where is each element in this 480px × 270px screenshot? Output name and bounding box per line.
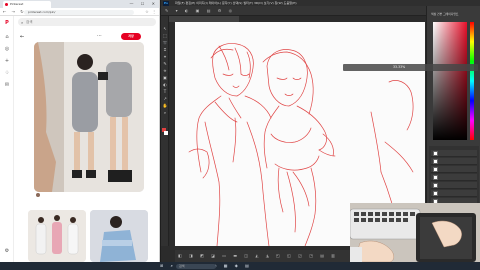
settings-icon[interactable]: ⚙ xyxy=(4,248,10,254)
brush-options-icon[interactable]: ✎ ▾ ◐ ▣ ▤ ⚙ ◎ xyxy=(165,8,235,13)
back-arrow-icon[interactable]: ← xyxy=(20,34,24,40)
zoom-tool-icon[interactable]: ⌕ xyxy=(163,110,168,115)
related-pin-1[interactable] xyxy=(28,210,86,262)
path-tool-icon[interactable]: ↗ xyxy=(163,96,168,101)
address-bar-row: ← → ↻ pinterest.com/pin/ ☆ ⋮ xyxy=(0,8,159,16)
messages-icon[interactable]: ✉ xyxy=(4,82,10,88)
search-input[interactable]: 검색 xyxy=(18,18,156,26)
layer-row[interactable] xyxy=(431,158,477,165)
layer-row[interactable] xyxy=(431,174,477,181)
nav-buttons-icon[interactable]: ← → ↻ xyxy=(3,9,26,14)
pin-photo-illustration xyxy=(34,42,144,192)
more-options-icon[interactable]: ··· xyxy=(97,33,102,39)
type-tool-icon[interactable]: T xyxy=(163,89,168,94)
ps-timeline-bar: ◧ ◨ ◩ ◪ ▭ ▬ ◫ ◭ ◮ ◰ ◱ ◲ ◳ ▤ ▥ xyxy=(175,250,355,262)
eraser-tool-icon[interactable]: ▣ xyxy=(163,75,168,80)
tab-title: Pinterest xyxy=(10,2,24,6)
url-input[interactable]: pinterest.com/pin/ xyxy=(24,9,134,15)
desk-tablet-photo-illustration xyxy=(350,203,480,262)
pinterest-sidebar: P ⌂ ◎ + ♢ ✉ ⚙ xyxy=(0,16,14,262)
browser-tab[interactable]: Pinterest xyxy=(3,1,51,8)
background-color-swatch[interactable] xyxy=(164,131,168,135)
related-pin-photo-illustration xyxy=(28,210,86,262)
layer-row[interactable] xyxy=(431,166,477,173)
save-button[interactable]: 저장 xyxy=(121,33,141,40)
pin-actions: ··· 저장 xyxy=(95,33,145,41)
create-icon[interactable]: + xyxy=(4,58,10,64)
zoom-indicator: 33.33% xyxy=(343,64,478,71)
color-picker-field[interactable] xyxy=(433,22,467,140)
extensions-icon[interactable]: ☆ ⋮ xyxy=(145,9,157,14)
brush-tool-icon[interactable]: ✎ xyxy=(163,61,168,66)
tab-bar: Pinterest — ☐ ✕ xyxy=(0,0,159,8)
photoshop-logo-icon: Ps xyxy=(163,0,169,6)
windows-taskbar: ⊞ ⌕ ◫ ▣ ◉ ◍ ▦ ◈ ▤ 검색 xyxy=(0,262,480,270)
related-pin-photo-illustration xyxy=(90,210,148,262)
gradient-tool-icon[interactable]: ◐ xyxy=(163,82,168,87)
related-pin-2[interactable] xyxy=(90,210,148,262)
avatar[interactable] xyxy=(36,193,40,197)
quick-actions-icon[interactable]: ◧ ◨ ◩ ◪ ▭ ▬ ◫ ◭ ◮ ◰ ◱ ◲ ◳ ▤ ▥ xyxy=(178,253,338,258)
move-tool-icon[interactable]: ↖ xyxy=(163,26,168,31)
hand-tool-icon[interactable]: ✋ xyxy=(163,103,168,108)
stamp-tool-icon[interactable]: ⟡ xyxy=(163,68,168,73)
search-icon: ⌕ xyxy=(21,19,24,25)
ps-toolbar: ↖ ⬚ ➰ ⌗ ⌖ ✎ ⟡ ▣ ◐ T ↗ ✋ ⌕ xyxy=(161,16,169,246)
pinterest-logo-icon[interactable]: P xyxy=(4,20,10,26)
color-panel-tabs[interactable]: 색상 견본 그레이디언트 xyxy=(431,12,459,16)
browser-window: Pinterest — ☐ ✕ ← → ↻ pinterest.com/pin/… xyxy=(0,0,160,262)
explore-icon[interactable]: ◎ xyxy=(4,46,10,52)
webcam-overlay xyxy=(350,203,480,262)
notifications-icon[interactable]: ♢ xyxy=(4,70,10,76)
pin-image[interactable] xyxy=(34,42,144,192)
home-icon[interactable]: ⌂ xyxy=(4,34,10,40)
lasso-tool-icon[interactable]: ➰ xyxy=(163,40,168,45)
eyedropper-tool-icon[interactable]: ⌖ xyxy=(163,54,168,59)
layer-row[interactable] xyxy=(431,182,477,189)
hue-slider[interactable] xyxy=(470,22,474,140)
layer-row[interactable] xyxy=(431,150,477,157)
pinterest-favicon-icon xyxy=(5,3,8,6)
crop-tool-icon[interactable]: ⌗ xyxy=(163,47,168,52)
layer-row[interactable] xyxy=(431,190,477,197)
window-controls[interactable]: — ☐ ✕ xyxy=(130,1,158,6)
marquee-tool-icon[interactable]: ⬚ xyxy=(163,33,168,38)
taskbar-search-input[interactable]: 검색 xyxy=(176,263,216,269)
